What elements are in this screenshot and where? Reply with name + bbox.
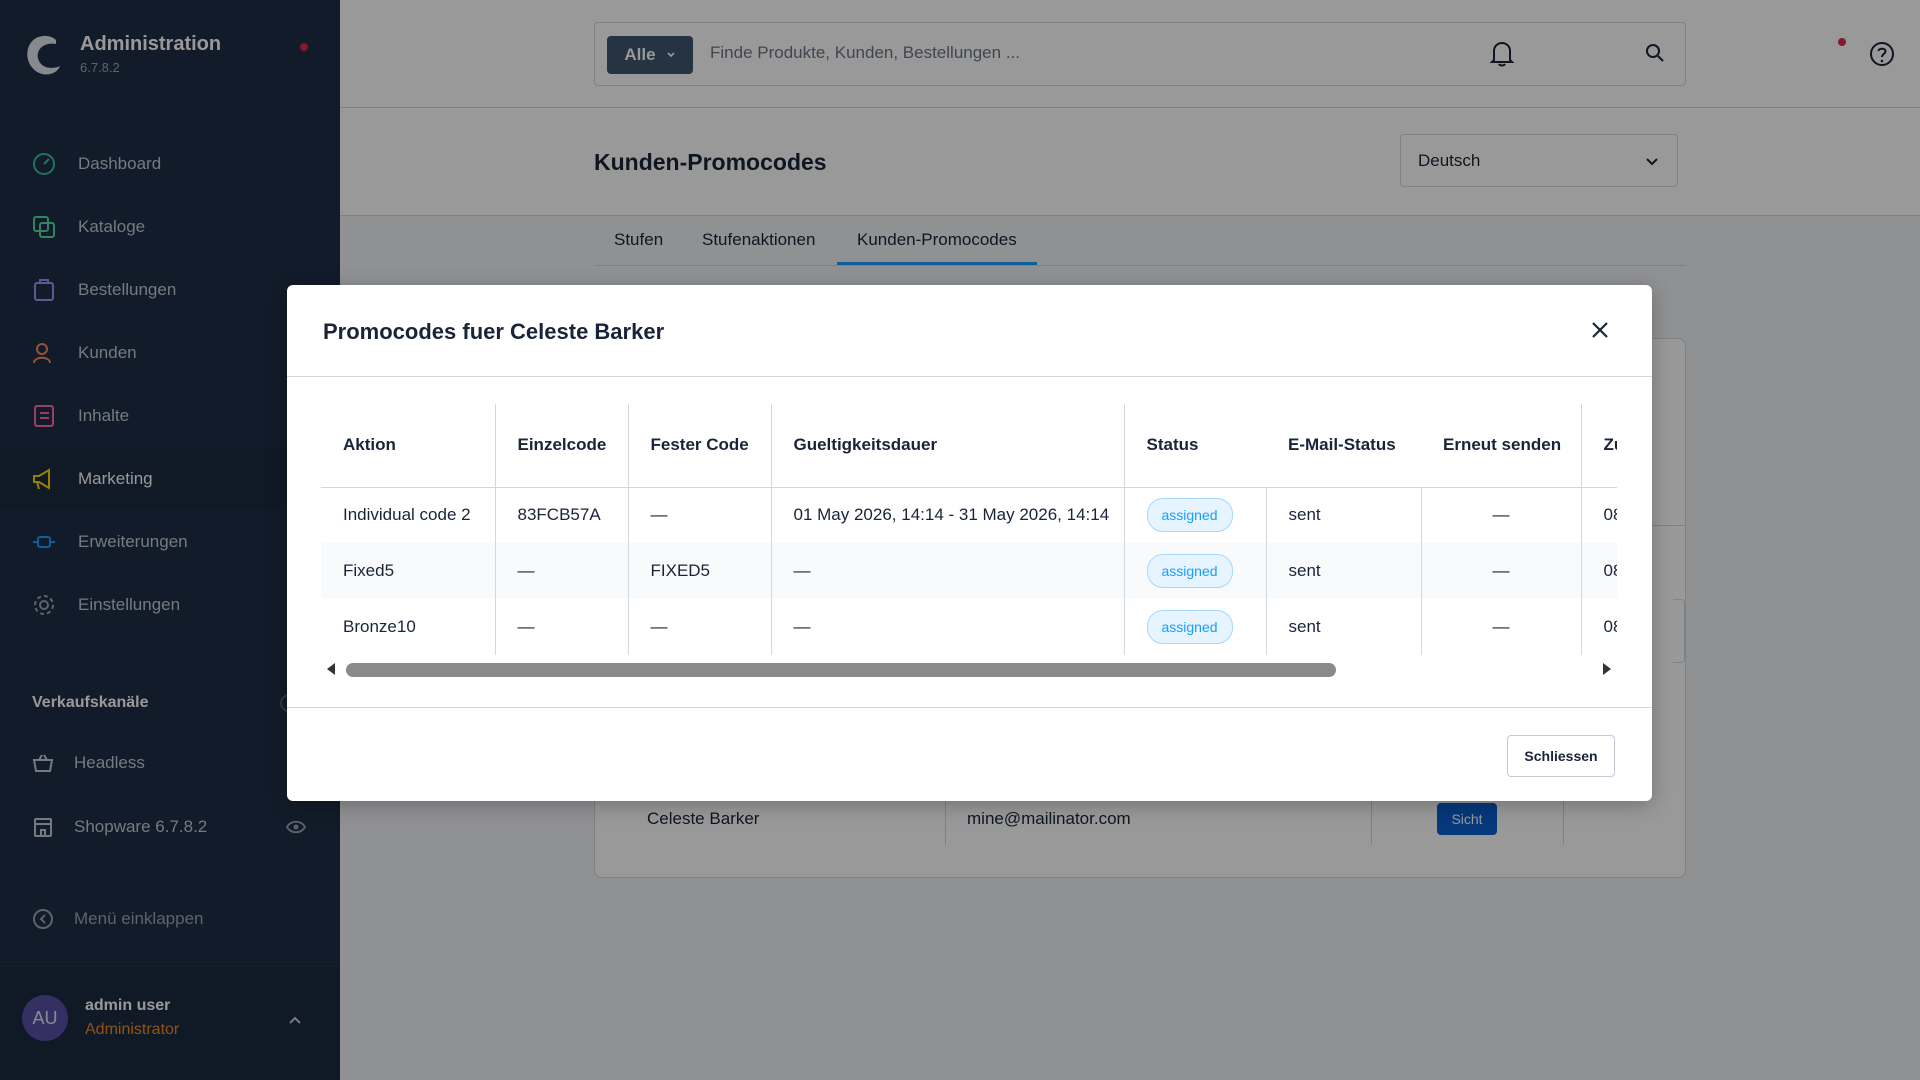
scroll-left-arrow-icon[interactable]: [327, 663, 335, 675]
cell-aktion: Fixed5: [321, 543, 495, 599]
status-badge: assigned: [1146, 554, 1233, 588]
table-header-row: Aktion Einzelcode Fester Code Gueltigkei…: [321, 404, 1617, 488]
promocodes-modal: Promocodes fuer Celeste Barker Aktion Ei…: [287, 285, 1652, 801]
cell-status: assigned: [1123, 599, 1266, 655]
cell-einzelcode: —: [494, 599, 628, 655]
cell-email-status: sent: [1265, 487, 1421, 543]
cell-fester-code: —: [627, 487, 771, 543]
cell-fester-code: FIXED5: [627, 543, 771, 599]
cell-status: assigned: [1123, 543, 1266, 599]
column-header-erneut-senden: Erneut senden: [1421, 404, 1581, 488]
cell-gueltigkeitsdauer: —: [770, 599, 1124, 655]
column-header-zu: Zu: [1580, 404, 1617, 488]
cell-status: assigned: [1123, 487, 1266, 543]
cell-erneut-senden: —: [1420, 543, 1581, 599]
status-badge: assigned: [1146, 610, 1233, 644]
scrollbar-thumb[interactable]: [346, 663, 1336, 677]
cell-aktion: Bronze10: [343, 617, 416, 636]
table-row: Fixed5 — FIXED5 — assigned sent — 08: [321, 543, 1617, 599]
close-icon[interactable]: [1589, 319, 1611, 341]
column-header-aktion: Aktion: [321, 404, 495, 488]
cell-zu: 08: [1580, 487, 1617, 543]
status-badge: assigned: [1146, 498, 1233, 533]
divider: [287, 376, 1652, 377]
table-row: Individual code 2 83FCB57A — 01 May 2026…: [321, 487, 1617, 543]
column-header-email-status: E-Mail-Status: [1266, 404, 1421, 488]
cell-einzelcode: —: [494, 543, 628, 599]
column-header-einzelcode: Einzelcode: [494, 404, 628, 488]
promocodes-table: Aktion Einzelcode Fester Code Gueltigkei…: [321, 404, 1617, 658]
scroll-right-arrow-icon[interactable]: [1603, 663, 1611, 675]
cell-erneut-senden: —: [1420, 599, 1581, 655]
cell-aktion: Individual code 2: [343, 505, 471, 525]
cell-email-status: sent: [1265, 543, 1421, 599]
cell-fester-code: —: [627, 599, 771, 655]
close-button[interactable]: Schliessen: [1507, 735, 1615, 777]
column-header-gueltigkeitsdauer: Gueltigkeitsdauer: [770, 404, 1124, 488]
table-row: Bronze10 — — — assigned sent — 08: [321, 599, 1617, 655]
cell-email-status: sent: [1265, 599, 1421, 655]
cell-gueltigkeitsdauer: 01 May 2026, 14:14 - 31 May 2026, 14:14: [770, 487, 1124, 543]
column-header-status: Status: [1123, 404, 1266, 488]
divider: [287, 707, 1652, 708]
cell-zu: 08: [1580, 599, 1617, 655]
cell-gueltigkeitsdauer: —: [770, 543, 1124, 599]
cell-einzelcode: 83FCB57A: [494, 487, 628, 543]
horizontal-scrollbar[interactable]: [321, 657, 1617, 681]
modal-title: Promocodes fuer Celeste Barker: [323, 319, 665, 344]
cell-erneut-senden: —: [1420, 487, 1581, 543]
cell-zu: 08: [1580, 543, 1617, 599]
column-header-fester-code: Fester Code: [627, 404, 771, 488]
